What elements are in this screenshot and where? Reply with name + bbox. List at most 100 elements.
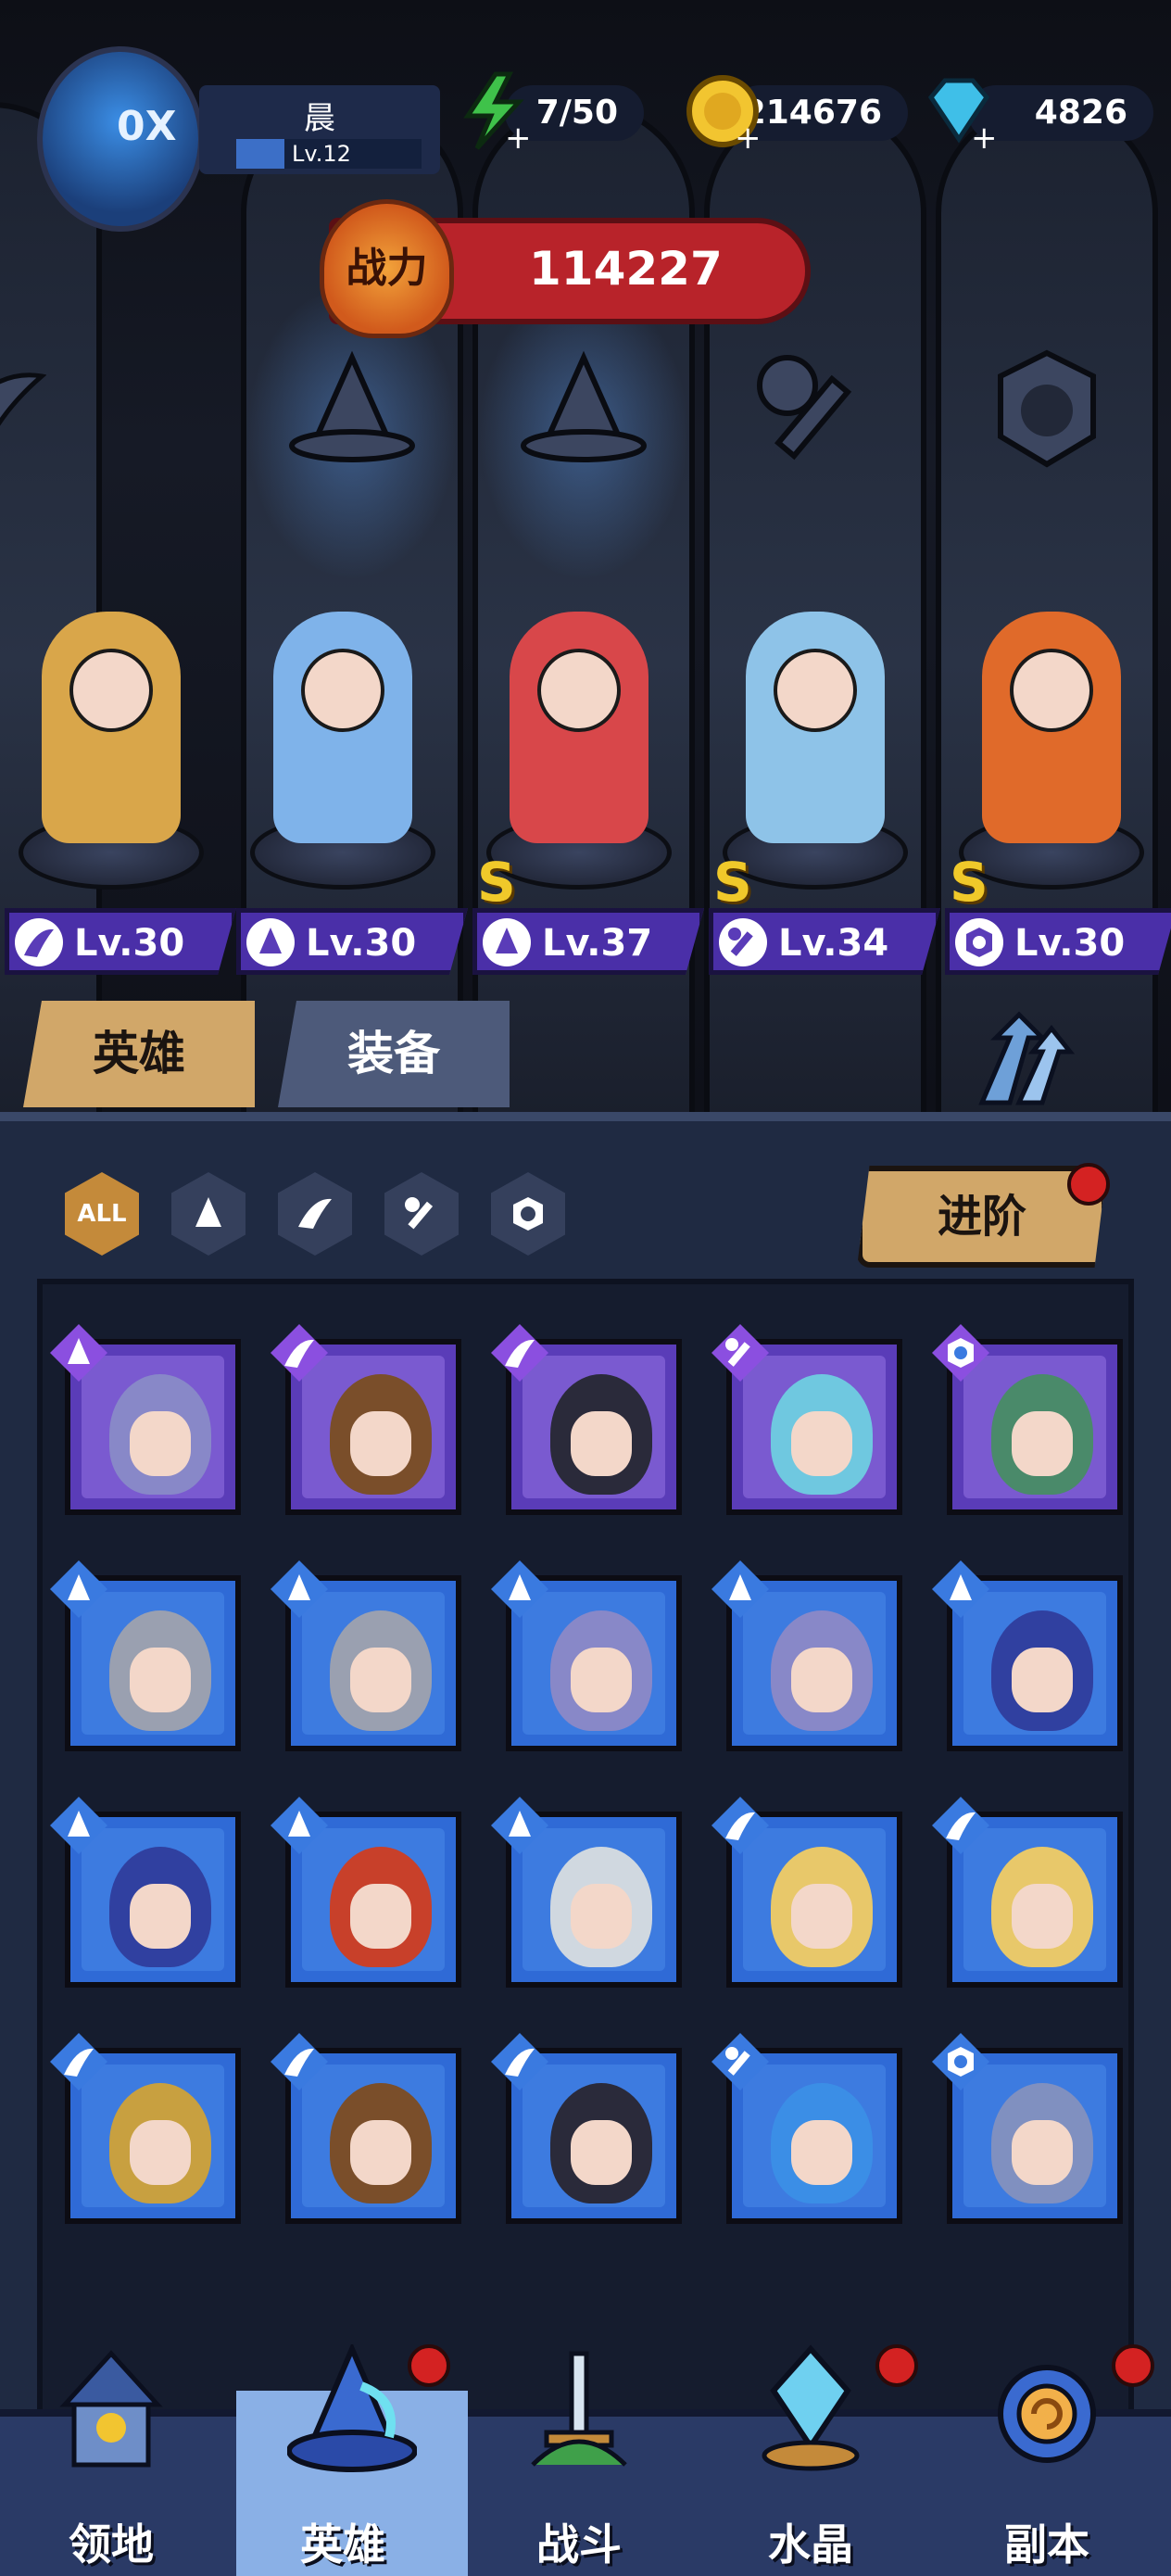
hero-level-tag: Lv.34 [709, 908, 940, 975]
hero-card[interactable] [491, 1324, 682, 1515]
filter-all-label: ALL [77, 1200, 127, 1228]
nav-label: 水晶 [768, 2519, 853, 2570]
portal-icon [991, 2344, 1102, 2474]
hero-card[interactable] [271, 1324, 461, 1515]
hero-face [350, 2120, 411, 2185]
hero-card[interactable] [271, 1560, 461, 1751]
hero-portrait [523, 1356, 665, 1498]
hero-card[interactable] [932, 1797, 1123, 1988]
hero-portrait [82, 1828, 224, 1971]
hero-card[interactable] [271, 1797, 461, 1988]
hero-portrait [302, 1828, 445, 1971]
hero-card[interactable] [932, 1560, 1123, 1751]
hero-card[interactable] [711, 1797, 902, 1988]
diamond-icon[interactable]: + [913, 65, 1005, 158]
hero-portrait [523, 1828, 665, 1971]
nav-label: 战斗 [536, 2519, 622, 2570]
sword-icon [523, 2344, 635, 2474]
hero-face [130, 1411, 191, 1476]
hero-face [774, 649, 857, 732]
hero-face [571, 1411, 632, 1476]
hero-portrait [743, 1828, 886, 1971]
hero-card[interactable] [271, 2033, 461, 2224]
lineup-hero[interactable] [704, 593, 926, 890]
hero-portrait [963, 1828, 1106, 1971]
hero-level-tag: Lv.30 [5, 908, 236, 975]
wing-icon [0, 339, 60, 478]
hero-portrait [743, 2065, 886, 2207]
nav-castle[interactable]: 领地 [5, 2335, 218, 2576]
gold-coin-icon[interactable]: + [676, 65, 769, 158]
hero-card[interactable] [711, 1560, 902, 1751]
lineup-hero[interactable] [232, 593, 454, 890]
player-avatar[interactable]: 0X [37, 46, 204, 232]
hero-face [571, 1648, 632, 1712]
wrench-icon [746, 339, 885, 478]
hero-portrait [963, 1356, 1106, 1498]
beast-icon [513, 1197, 543, 1231]
lineup-hero[interactable] [468, 593, 690, 890]
hero-portrait [82, 1356, 224, 1498]
hero-face [130, 1884, 191, 1949]
hero-portrait [523, 2065, 665, 2207]
hero-face [1010, 649, 1093, 732]
hero-face [301, 649, 384, 732]
wrench-icon [405, 1197, 434, 1230]
tab-heroes[interactable]: 英雄 [23, 1001, 255, 1107]
avatar-label: 0X [117, 103, 177, 150]
beast-icon [955, 918, 1003, 966]
hero-card[interactable] [932, 1324, 1123, 1515]
player-name: 晨 [304, 100, 335, 137]
player-info[interactable]: 晨 Lv.12 [199, 85, 440, 174]
hero-card[interactable] [491, 2033, 682, 2224]
mage-hat-icon [514, 339, 653, 478]
tab-equipment[interactable]: 装备 [278, 1001, 510, 1107]
bond-arrows-icon [978, 1011, 1076, 1105]
level-progress-fill [236, 139, 284, 169]
hero-portrait [302, 1592, 445, 1735]
hero-card[interactable] [50, 1797, 241, 1988]
hero-face [130, 2120, 191, 2185]
hero-level: Lv.34 [778, 922, 889, 965]
hero-face [350, 1648, 411, 1712]
lineup-hero[interactable] [0, 593, 222, 890]
hero-portrait [302, 1356, 445, 1498]
wing-icon [15, 918, 63, 966]
hero-face [537, 649, 621, 732]
hero-face [791, 1884, 852, 1949]
energy-bolt-icon[interactable]: + [445, 65, 537, 158]
hero-card[interactable] [932, 2033, 1123, 2224]
hero-face [791, 1648, 852, 1712]
combat-power-label: 战力 [320, 199, 454, 338]
nav-label: 英雄 [300, 2519, 385, 2570]
hero-card[interactable] [50, 1324, 241, 1515]
hero-level-tag: Lv.37 [472, 908, 704, 975]
hero-card[interactable] [50, 2033, 241, 2224]
mage-hat-icon [283, 339, 422, 478]
lineup-hero[interactable] [940, 593, 1163, 890]
svg-text:+: + [735, 120, 762, 153]
wrench-icon [719, 918, 767, 966]
hero-card[interactable] [711, 2033, 902, 2224]
hero-face [1012, 1411, 1073, 1476]
hero-portrait [523, 1592, 665, 1735]
svg-text:+: + [505, 120, 532, 153]
hero-portrait [302, 2065, 445, 2207]
hero-level: Lv.30 [306, 922, 417, 965]
hero-level: Lv.37 [542, 922, 653, 965]
hero-face [69, 649, 153, 732]
hero-portrait [743, 1356, 886, 1498]
mage-hat-icon [483, 918, 531, 966]
hero-card[interactable] [491, 1560, 682, 1751]
hero-card[interactable] [491, 1797, 682, 1988]
hero-rank-badge: S [950, 851, 988, 914]
hero-portrait [963, 2065, 1106, 2207]
hero-face [571, 2120, 632, 2185]
wizard-hat-icon [286, 2342, 418, 2474]
hero-card[interactable] [711, 1324, 902, 1515]
hero-level: Lv.30 [1014, 922, 1126, 965]
hero-card[interactable] [50, 1560, 241, 1751]
hero-portrait [963, 1592, 1106, 1735]
hero-portrait [743, 1592, 886, 1735]
nav-sword[interactable]: 战斗 [472, 2335, 686, 2576]
